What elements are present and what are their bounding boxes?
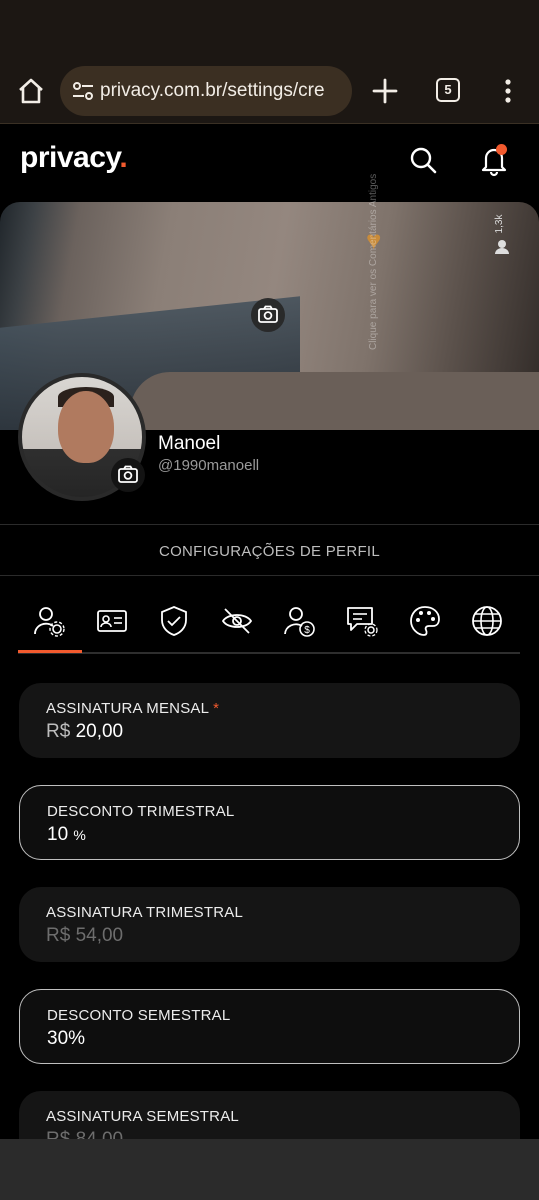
quarterly-price-value: R$ 54,00	[46, 925, 124, 946]
quarterly-subscription-field: ASSINATURA TRIMESTRAL R$ 54,00	[19, 887, 520, 962]
field-label: DESCONTO SEMESTRAL	[47, 1007, 231, 1024]
semiannual-discount-field[interactable]: DESCONTO SEMESTRAL 30%	[19, 989, 520, 1064]
more-menu-icon[interactable]	[500, 78, 516, 104]
cover-detail	[130, 372, 539, 430]
palette-icon[interactable]	[408, 604, 442, 638]
field-label: ASSINATURA SEMESTRAL	[46, 1108, 239, 1125]
monthly-price-input[interactable]: R$ 20,00	[46, 721, 123, 743]
avatar-face	[58, 391, 114, 463]
app-header: privacy.	[0, 125, 539, 195]
globe-icon[interactable]	[470, 604, 504, 638]
user-icon: 1,3k	[494, 214, 509, 254]
quarterly-discount-input[interactable]: 10 %	[47, 824, 86, 846]
user-settings-icon[interactable]	[32, 604, 66, 638]
address-bar[interactable]: privacy.com.br/settings/cre	[60, 66, 352, 116]
notification-badge	[496, 144, 507, 155]
profile-name: Manoel	[158, 433, 221, 454]
field-label: ASSINATURA MENSAL *	[46, 700, 220, 717]
chat-settings-icon[interactable]	[345, 604, 379, 638]
monthly-subscription-field[interactable]: ASSINATURA MENSAL * R$ 20,00	[19, 683, 520, 758]
system-navigation-bar	[0, 1139, 539, 1200]
divider	[0, 575, 539, 576]
svg-text:1,3k: 1,3k	[494, 214, 505, 233]
svg-text:$: $	[304, 625, 310, 636]
shield-check-icon[interactable]	[157, 604, 191, 638]
active-tab-indicator	[18, 650, 82, 653]
field-label: DESCONTO TRIMESTRAL	[47, 803, 235, 820]
avatar-camera-icon[interactable]	[111, 458, 145, 492]
semiannual-discount-input[interactable]: 30%	[47, 1028, 85, 1050]
profile-handle: @1990manoell	[158, 457, 260, 474]
new-tab-icon[interactable]	[372, 78, 398, 104]
tab-switcher-button[interactable]: 5	[436, 78, 460, 102]
settings-tab-bar: $	[18, 598, 520, 654]
privacy-logo[interactable]: privacy.	[20, 141, 128, 175]
section-title: CONFIGURAÇÕES DE PERFIL	[158, 543, 381, 560]
url-text: privacy.com.br/settings/cre	[100, 80, 325, 101]
camera-icon[interactable]	[251, 298, 285, 332]
home-icon[interactable]	[16, 76, 46, 106]
eye-off-icon[interactable]	[220, 604, 254, 638]
likes-counter: 1,3k	[490, 214, 514, 254]
search-icon[interactable]	[408, 145, 438, 175]
divider	[0, 524, 539, 525]
browser-toolbar: privacy.com.br/settings/cre 5	[0, 60, 539, 124]
quarterly-discount-field[interactable]: DESCONTO TRIMESTRAL 10 %	[19, 785, 520, 860]
site-settings-icon[interactable]	[72, 81, 94, 101]
status-bar	[0, 0, 539, 60]
id-card-icon[interactable]	[95, 604, 129, 638]
old-comments-link[interactable]: Clique para ver os Comentários Antigos	[368, 174, 379, 350]
user-dollar-icon[interactable]: $	[282, 604, 316, 638]
field-label: ASSINATURA TRIMESTRAL	[46, 904, 244, 921]
